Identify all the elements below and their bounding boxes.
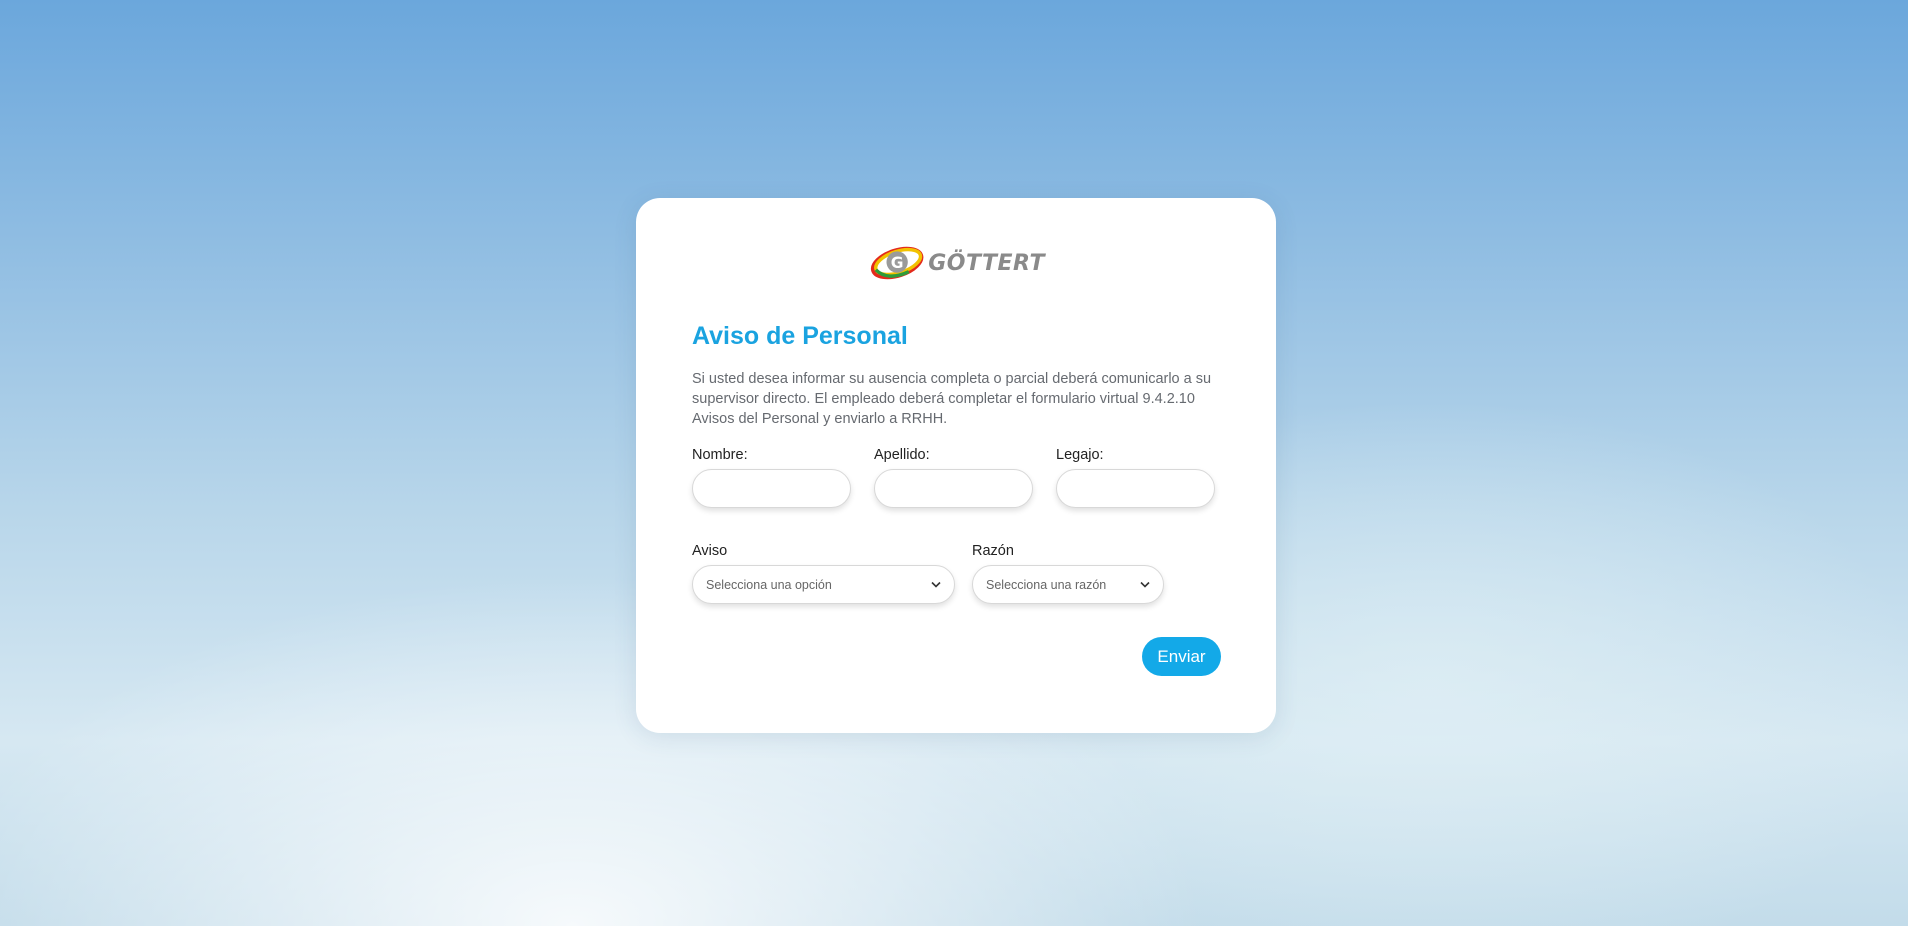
svg-text:G: G <box>891 254 904 272</box>
apellido-label: Apellido: <box>874 447 930 463</box>
nombre-label: Nombre: <box>692 447 748 463</box>
nombre-input[interactable] <box>692 469 851 508</box>
enviar-button[interactable]: Enviar <box>1142 637 1221 676</box>
apellido-input[interactable] <box>874 469 1033 508</box>
chevron-down-icon <box>931 581 941 588</box>
form-description: Si usted desea informar su ausencia comp… <box>692 371 1212 427</box>
brand-name: GÖTTERT <box>928 250 1045 276</box>
gottert-logo-icon: G <box>870 246 924 280</box>
brand-logo: G GÖTTERT <box>870 242 1045 284</box>
razon-label: Razón <box>972 543 1014 559</box>
legajo-input[interactable] <box>1056 469 1215 508</box>
page-title: Aviso de Personal <box>692 322 908 350</box>
form-card: G GÖTTERT Aviso de Personal Si usted des… <box>636 198 1276 733</box>
legajo-label: Legajo: <box>1056 447 1104 463</box>
aviso-label: Aviso <box>692 543 728 559</box>
aviso-select[interactable]: Selecciona una opción <box>692 565 955 604</box>
aviso-select-value: Selecciona una opción <box>706 577 832 592</box>
razon-select-value: Selecciona una razón <box>986 577 1107 592</box>
razon-select[interactable]: Selecciona una razón <box>972 565 1164 604</box>
chevron-down-icon <box>1140 581 1150 588</box>
